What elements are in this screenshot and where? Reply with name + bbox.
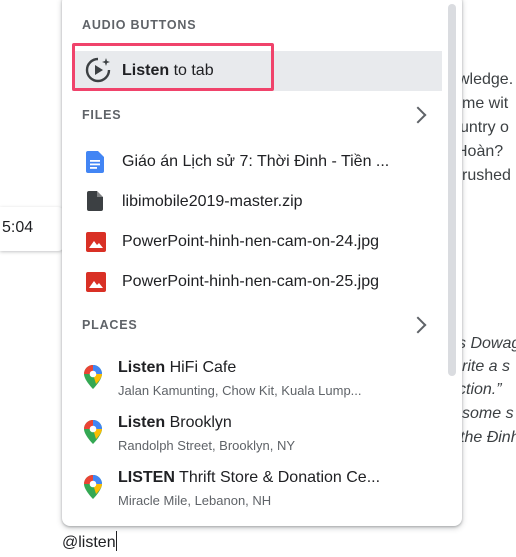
time-chip[interactable]: 5:04: [0, 207, 64, 251]
chevron-right-icon[interactable]: [409, 106, 427, 124]
bg-line: s Dowag: [458, 335, 516, 352]
file-icon: [87, 191, 103, 211]
place-item[interactable]: Listen HiFi Cafe Jalan Kamunting, Chow K…: [62, 355, 442, 411]
file-item[interactable]: Giáo án Lịch sử 7: Thời Đinh - Tiền ...: [62, 143, 442, 183]
image-icon: [86, 272, 106, 292]
file-name: Giáo án Lịch sử 7: Thời Đinh - Tiền ...: [122, 153, 390, 170]
place-address: Miracle Mile, Lebanon, NH: [118, 493, 272, 508]
place-name: Listen HiFi Cafe: [118, 359, 237, 376]
section-title-places: PLACES: [82, 318, 138, 332]
bg-line: rite a s: [462, 358, 511, 375]
place-address: Randolph Street, Brooklyn, NY: [118, 438, 296, 453]
section-title-files: FILES: [82, 108, 122, 122]
time-chip-label: 5:04: [2, 219, 34, 236]
place-item[interactable]: LISTEN Thrift Store & Donation Ce... Mir…: [62, 465, 442, 521]
place-item[interactable]: Listen Brooklyn Randolph Street, Brookly…: [62, 410, 442, 466]
map-pin-icon: [84, 365, 102, 389]
place-name: Listen Brooklyn: [118, 414, 232, 431]
section-title-audio: AUDIO BUTTONS: [82, 18, 197, 32]
bg-line: some s: [462, 405, 514, 422]
file-name: libimobile2019-master.zip: [122, 193, 303, 210]
bg-line: wledge.: [458, 71, 514, 88]
bg-line: me wit: [462, 95, 509, 112]
smart-chip-dropdown: AUDIO BUTTONS Listen to tab FILES Giáo á…: [62, 0, 462, 526]
file-item[interactable]: PowerPoint-hinh-nen-cam-on-24.jpg: [62, 223, 442, 263]
file-name: PowerPoint-hinh-nen-cam-on-25.jpg: [122, 273, 380, 290]
google-docs-icon: [86, 151, 104, 173]
bg-line: ction.”: [458, 381, 502, 398]
file-name: PowerPoint-hinh-nen-cam-on-24.jpg: [122, 233, 380, 250]
file-item[interactable]: libimobile2019-master.zip: [62, 183, 442, 223]
bg-line: untry o: [460, 119, 509, 136]
scrollbar[interactable]: [448, 4, 456, 376]
text-caret: [115, 531, 117, 551]
map-pin-icon: [84, 420, 102, 444]
bg-line: rushed: [462, 167, 511, 184]
bg-line: the Đinh: [460, 429, 516, 446]
highlight-box: [72, 43, 274, 91]
mention-text: @listen: [62, 534, 116, 551]
bg-line: Hoàn?: [456, 143, 504, 160]
chevron-right-icon[interactable]: [409, 316, 427, 334]
image-icon: [86, 232, 106, 252]
file-item[interactable]: PowerPoint-hinh-nen-cam-on-25.jpg: [62, 263, 442, 303]
mention-input[interactable]: @listen: [62, 531, 117, 552]
place-address: Jalan Kamunting, Chow Kit, Kuala Lump...: [118, 383, 362, 398]
map-pin-icon: [84, 475, 102, 499]
place-name: LISTEN Thrift Store & Donation Ce...: [118, 469, 381, 486]
